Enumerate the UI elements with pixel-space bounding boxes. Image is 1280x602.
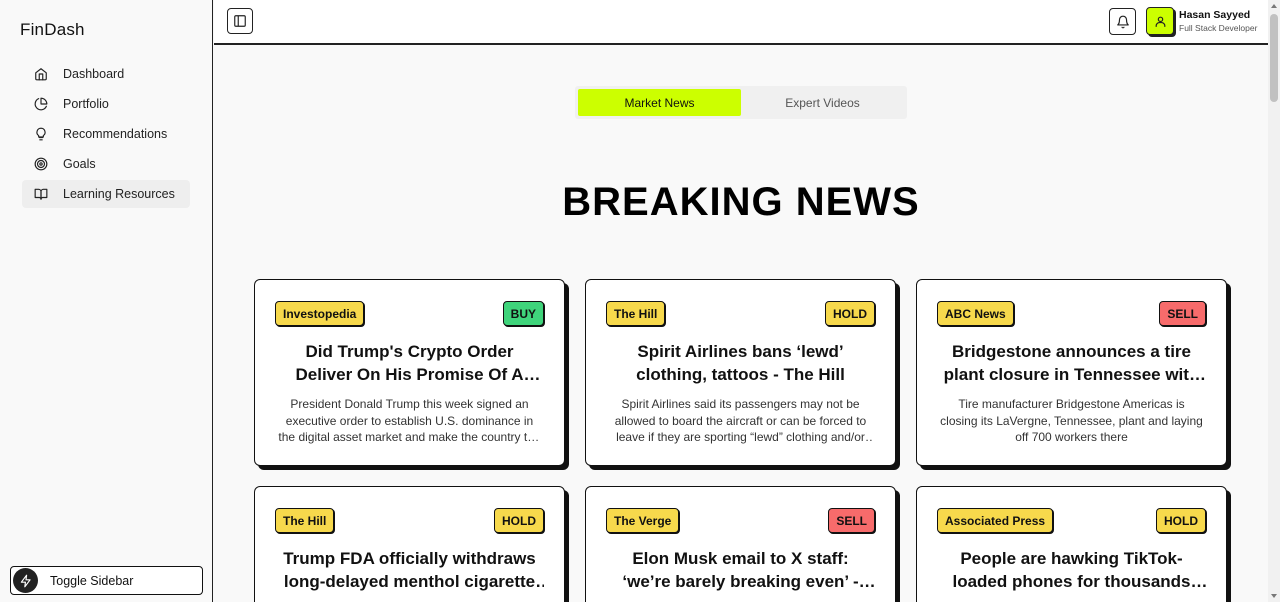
recommendation-badge: BUY bbox=[502, 301, 544, 326]
sidebar-item-label: Goals bbox=[63, 157, 96, 171]
sidebar-nav: Dashboard Portfolio Recommendations Goal… bbox=[22, 60, 190, 210]
target-icon bbox=[34, 157, 48, 171]
news-description: Spirit Airlines said its passengers may … bbox=[614, 397, 867, 444]
news-title: Trump FDA officially withdraws long-dela… bbox=[283, 549, 536, 591]
sidebar-item-label: Learning Resources bbox=[63, 187, 175, 201]
sidebar-item-recommendations[interactable]: Recommendations bbox=[22, 120, 190, 148]
user-role: Full Stack Developer bbox=[1179, 23, 1258, 33]
sidebar: FinDash Dashboard Portfolio Recommendati… bbox=[0, 0, 213, 602]
source-badge: The Hill bbox=[606, 301, 666, 326]
news-description: President Donald Trump this week signed … bbox=[278, 397, 541, 444]
home-icon bbox=[34, 67, 48, 81]
news-card[interactable]: ABC News SELL Bridgestone announces a ti… bbox=[916, 279, 1227, 466]
pie-chart-icon bbox=[34, 97, 48, 111]
news-title: Elon Musk email to X staff: ‘we’re barel… bbox=[622, 549, 859, 591]
scroll-thumb[interactable] bbox=[1270, 14, 1278, 102]
toggle-sidebar-label: Toggle Sidebar bbox=[50, 573, 134, 588]
sidebar-item-label: Dashboard bbox=[63, 67, 125, 81]
news-title: Did Trump's Crypto Order Deliver On His … bbox=[295, 342, 524, 384]
tab-market-news[interactable]: Market News bbox=[578, 89, 741, 116]
news-title: Spirit Airlines bans ‘lewd’ clothing, ta… bbox=[636, 342, 845, 384]
news-card[interactable]: Associated Press HOLD People are hawking… bbox=[916, 486, 1227, 602]
news-tabs: Market News Expert Videos bbox=[575, 86, 907, 119]
tab-expert-videos[interactable]: Expert Videos bbox=[741, 89, 904, 116]
scroll-down-icon[interactable] bbox=[1271, 594, 1277, 598]
source-badge: ABC News bbox=[937, 301, 1014, 326]
user-icon bbox=[1154, 15, 1167, 28]
user-name: Hasan Sayyed bbox=[1179, 9, 1251, 21]
news-description: Tire manufacturer Bridgestone Americas i… bbox=[940, 397, 1203, 444]
recommendation-badge: HOLD bbox=[494, 508, 544, 533]
lightbulb-icon bbox=[34, 127, 48, 141]
sidebar-item-dashboard[interactable]: Dashboard bbox=[22, 60, 190, 88]
news-title: People are hawking TikTok-loaded phones … bbox=[952, 549, 1191, 591]
source-badge: The Hill bbox=[275, 508, 335, 533]
panel-toggle-button[interactable] bbox=[227, 8, 253, 34]
news-card[interactable]: The Hill HOLD Spirit Airlines bans ‘lewd… bbox=[585, 279, 896, 466]
source-badge: The Verge bbox=[606, 508, 680, 533]
app-brand: FinDash bbox=[20, 20, 85, 39]
news-title: Bridgestone announces a tire plant closu… bbox=[943, 342, 1200, 384]
avatar[interactable] bbox=[1146, 7, 1174, 35]
notifications-button[interactable] bbox=[1109, 8, 1136, 35]
sidebar-item-learning-resources[interactable]: Learning Resources bbox=[22, 180, 190, 208]
source-badge: Associated Press bbox=[937, 508, 1054, 533]
scroll-up-icon[interactable] bbox=[1271, 4, 1277, 8]
news-card[interactable]: The Hill HOLD Trump FDA officially withd… bbox=[254, 486, 565, 602]
source-badge: Investopedia bbox=[275, 301, 365, 326]
bell-icon bbox=[1116, 15, 1130, 29]
sidebar-item-goals[interactable]: Goals bbox=[22, 150, 190, 178]
top-header: Hasan Sayyed Full Stack Developer bbox=[214, 0, 1268, 45]
news-card[interactable]: The Verge SELL Elon Musk email to X staf… bbox=[585, 486, 896, 602]
panel-left-icon bbox=[233, 14, 247, 28]
toggle-sidebar-button[interactable]: Toggle Sidebar bbox=[10, 566, 203, 595]
book-open-icon bbox=[34, 187, 48, 201]
sidebar-item-label: Portfolio bbox=[63, 97, 109, 111]
bolt-icon bbox=[13, 568, 38, 593]
recommendation-badge: HOLD bbox=[1156, 508, 1206, 533]
news-card[interactable]: Investopedia BUY Did Trump's Crypto Orde… bbox=[254, 279, 565, 466]
recommendation-badge: SELL bbox=[828, 508, 875, 533]
recommendation-badge: HOLD bbox=[825, 301, 875, 326]
sidebar-item-portfolio[interactable]: Portfolio bbox=[22, 90, 190, 118]
sidebar-item-label: Recommendations bbox=[63, 127, 168, 141]
page-title: BREAKING NEWS bbox=[562, 180, 920, 224]
recommendation-badge: SELL bbox=[1159, 301, 1206, 326]
page-scrollbar[interactable] bbox=[1268, 0, 1280, 602]
